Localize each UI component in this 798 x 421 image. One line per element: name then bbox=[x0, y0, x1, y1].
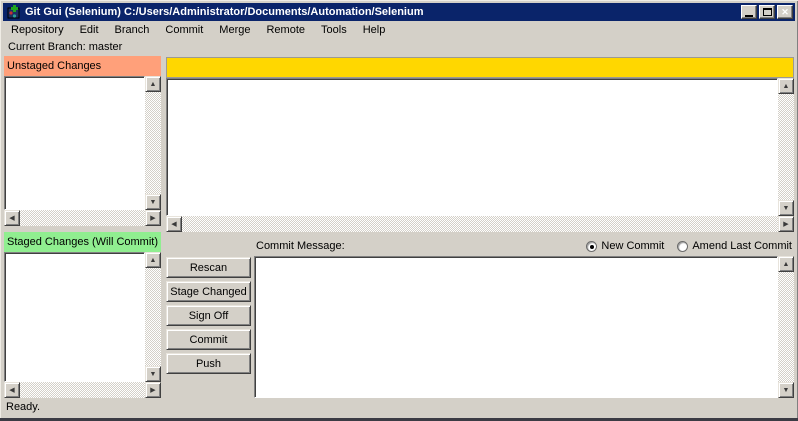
window-title: Git Gui (Selenium) C:/Users/Administrato… bbox=[25, 6, 424, 18]
staged-file-list[interactable] bbox=[4, 252, 145, 382]
menu-item-help[interactable]: Help bbox=[355, 21, 394, 39]
scroll-right-button[interactable]: ▶ bbox=[778, 216, 794, 232]
app-icon bbox=[7, 5, 20, 19]
scroll-up-button[interactable]: ▲ bbox=[778, 256, 794, 272]
titlebar[interactable]: Git Gui (Selenium) C:/Users/Administrato… bbox=[3, 3, 795, 21]
scroll-down-icon: ▼ bbox=[149, 198, 157, 206]
commit-vertical-scrollbar[interactable]: ▲ ▼ bbox=[778, 256, 794, 398]
scroll-up-icon: ▲ bbox=[782, 260, 790, 268]
menu-item-edit[interactable]: Edit bbox=[72, 21, 107, 39]
scroll-up-button[interactable]: ▲ bbox=[145, 252, 161, 268]
menu-item-remote[interactable]: Remote bbox=[258, 21, 313, 39]
scrollbar-track[interactable] bbox=[20, 210, 145, 226]
scroll-down-button[interactable]: ▼ bbox=[145, 194, 161, 210]
scroll-down-icon: ▼ bbox=[782, 204, 790, 212]
menu-item-merge[interactable]: Merge bbox=[211, 21, 258, 39]
stage-changed-button[interactable]: Stage Changed bbox=[166, 281, 251, 302]
radio-amend-last-commit[interactable]: Amend Last Commit bbox=[677, 240, 792, 252]
status-bar: Ready. bbox=[6, 401, 41, 413]
scroll-down-button[interactable]: ▼ bbox=[778, 200, 794, 216]
action-button-column: Rescan Stage Changed Sign Off Commit Pus… bbox=[166, 257, 251, 374]
unstaged-vertical-scrollbar[interactable]: ▲ ▼ bbox=[145, 76, 161, 210]
scroll-right-icon: ▶ bbox=[150, 386, 156, 394]
rescan-button[interactable]: Rescan bbox=[166, 257, 251, 278]
radio-new-commit[interactable]: New Commit bbox=[586, 240, 664, 252]
scrollbar-track[interactable] bbox=[182, 216, 778, 232]
menubar: Repository Edit Branch Commit Merge Remo… bbox=[3, 21, 795, 39]
scrollbar-track[interactable] bbox=[20, 382, 145, 398]
scroll-up-button[interactable]: ▲ bbox=[778, 78, 794, 94]
diff-header-bar bbox=[166, 57, 794, 78]
scrollbar-track[interactable] bbox=[145, 92, 161, 194]
scroll-down-button[interactable]: ▼ bbox=[145, 366, 161, 382]
scrollbar-track[interactable] bbox=[778, 272, 794, 382]
close-icon: ✕ bbox=[781, 6, 789, 17]
scroll-left-button[interactable]: ◀ bbox=[4, 210, 20, 226]
staged-changes-header: Staged Changes (Will Commit) bbox=[4, 232, 161, 252]
staged-horizontal-scrollbar[interactable]: ◀ ▶ bbox=[4, 382, 161, 398]
menu-item-tools[interactable]: Tools bbox=[313, 21, 355, 39]
staged-vertical-scrollbar[interactable]: ▲ ▼ bbox=[145, 252, 161, 382]
maximize-button[interactable] bbox=[759, 5, 775, 19]
scroll-right-button[interactable]: ▶ bbox=[145, 210, 161, 226]
scroll-right-icon: ▶ bbox=[150, 214, 156, 222]
push-button[interactable]: Push bbox=[166, 353, 251, 374]
radio-selected-icon bbox=[586, 240, 598, 252]
unstaged-changes-panel: ▲ ▼ ◀ ▶ bbox=[4, 76, 161, 226]
commit-mode-radios: New Commit Amend Last Commit bbox=[578, 240, 792, 252]
radio-unselected-icon bbox=[677, 240, 689, 252]
scroll-left-button[interactable]: ◀ bbox=[166, 216, 182, 232]
scroll-right-button[interactable]: ▶ bbox=[145, 382, 161, 398]
sign-off-button[interactable]: Sign Off bbox=[166, 305, 251, 326]
minimize-icon bbox=[745, 14, 753, 17]
scroll-up-icon: ▲ bbox=[149, 80, 157, 88]
scroll-up-button[interactable]: ▲ bbox=[145, 76, 161, 92]
menu-item-repository[interactable]: Repository bbox=[3, 21, 72, 39]
scroll-left-icon: ◀ bbox=[9, 386, 15, 394]
scroll-left-button[interactable]: ◀ bbox=[4, 382, 20, 398]
radio-new-commit-label: New Commit bbox=[601, 240, 665, 252]
scroll-left-icon: ◀ bbox=[9, 214, 15, 222]
scroll-down-icon: ▼ bbox=[782, 386, 790, 394]
menu-item-commit[interactable]: Commit bbox=[157, 21, 211, 39]
scroll-right-icon: ▶ bbox=[783, 220, 789, 228]
diff-vertical-scrollbar[interactable]: ▲ ▼ bbox=[778, 78, 794, 216]
scroll-up-icon: ▲ bbox=[149, 256, 157, 264]
diff-panel: ▲ ▼ ◀ ▶ bbox=[166, 57, 794, 232]
scrollbar-track[interactable] bbox=[778, 94, 794, 200]
staged-changes-panel: ▲ ▼ ◀ ▶ bbox=[4, 252, 161, 398]
close-button[interactable]: ✕ bbox=[777, 5, 793, 19]
unstaged-horizontal-scrollbar[interactable]: ◀ ▶ bbox=[4, 210, 161, 226]
commit-message-box: ▲ ▼ bbox=[254, 256, 794, 398]
commit-message-label: Commit Message: bbox=[256, 240, 345, 252]
unstaged-changes-header: Unstaged Changes bbox=[4, 56, 161, 76]
app-window: Git Gui (Selenium) C:/Users/Administrato… bbox=[0, 0, 798, 421]
unstaged-file-list[interactable] bbox=[4, 76, 145, 210]
maximize-icon bbox=[762, 8, 772, 16]
commit-message-input[interactable] bbox=[254, 256, 778, 398]
scroll-down-button[interactable]: ▼ bbox=[778, 382, 794, 398]
diff-view[interactable] bbox=[166, 78, 778, 216]
scroll-down-icon: ▼ bbox=[149, 370, 157, 378]
minimize-button[interactable] bbox=[741, 5, 757, 19]
scrollbar-track[interactable] bbox=[145, 268, 161, 366]
diff-horizontal-scrollbar[interactable]: ◀ ▶ bbox=[166, 216, 794, 232]
commit-button[interactable]: Commit bbox=[166, 329, 251, 350]
current-branch-label: Current Branch: master bbox=[8, 41, 123, 53]
radio-amend-label: Amend Last Commit bbox=[692, 240, 792, 252]
menu-item-branch[interactable]: Branch bbox=[107, 21, 158, 39]
scroll-left-icon: ◀ bbox=[171, 220, 177, 228]
scroll-up-icon: ▲ bbox=[782, 82, 790, 90]
